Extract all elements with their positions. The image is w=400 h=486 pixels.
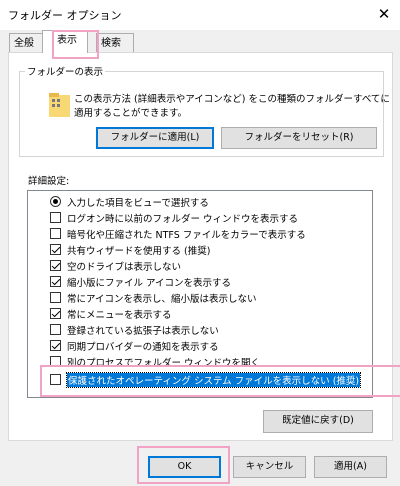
radio-button[interactable] bbox=[50, 196, 61, 207]
reset-folders-button[interactable]: フォルダーをリセット(R) bbox=[221, 127, 377, 149]
tab-general[interactable]: 全般 bbox=[9, 33, 43, 53]
list-item-label: ログオン時に以前のフォルダー ウィンドウを表示する bbox=[67, 214, 299, 225]
list-item[interactable]: 縮小版にファイル アイコンを表示する bbox=[28, 274, 348, 290]
list-item-label: 暗号化や圧縮された NTFS ファイルをカラーで表示する bbox=[67, 230, 306, 241]
list-item[interactable]: 空のドライブは表示しない bbox=[28, 258, 348, 274]
checkbox-checked[interactable] bbox=[50, 260, 61, 271]
tab-view-highlight bbox=[52, 30, 99, 59]
list-item-label: 縮小版にファイル アイコンを表示する bbox=[67, 278, 232, 289]
list-item-label: 常にアイコンを表示し、縮小版は表示しない bbox=[67, 294, 257, 305]
list-item-label: 空のドライブは表示しない bbox=[67, 262, 182, 273]
tab-search[interactable]: 検索 bbox=[96, 33, 134, 53]
apply-to-folders-button[interactable]: フォルダーに適用(L) bbox=[96, 127, 214, 149]
list-item-label: 登録されている拡張子は表示しない bbox=[67, 326, 219, 337]
list-item-label: 共有ウィザードを使用する (推奨) bbox=[67, 246, 211, 257]
checkbox-checked[interactable] bbox=[50, 244, 61, 255]
list-item[interactable]: 常にメニューを表示する bbox=[28, 306, 348, 322]
list-item[interactable]: 登録されている拡張子は表示しない bbox=[28, 322, 348, 338]
close-icon[interactable]: ✕ bbox=[374, 4, 394, 24]
selected-item-highlight bbox=[40, 365, 400, 397]
checkbox[interactable] bbox=[50, 212, 61, 223]
list-item[interactable]: ログオン時に以前のフォルダー ウィンドウを表示する bbox=[28, 210, 348, 226]
checkbox-checked[interactable] bbox=[50, 340, 61, 351]
list-item-label: 同期プロバイダーの通知を表示する bbox=[67, 342, 219, 353]
checkbox[interactable] bbox=[50, 292, 61, 303]
folder-view-description-2: 適用することができます。 bbox=[74, 108, 188, 119]
list-item-label: 常にメニューを表示する bbox=[67, 310, 172, 321]
folder-icon bbox=[49, 93, 70, 117]
list-item[interactable]: 入力した項目をビューで選択する bbox=[28, 194, 348, 210]
apply-button[interactable]: 適用(A) bbox=[314, 456, 387, 478]
cancel-button[interactable]: キャンセル bbox=[233, 456, 306, 478]
restore-defaults-button[interactable]: 既定値に戻す(D) bbox=[263, 410, 373, 433]
list-item[interactable]: 同期プロバイダーの通知を表示する bbox=[28, 338, 348, 354]
checkbox-checked[interactable] bbox=[50, 276, 61, 287]
advanced-settings-label: 詳細設定: bbox=[28, 176, 70, 187]
folder-view-description-1: この表示方法 (詳細表示やアイコンなど) をこの種類のフォルダーすべてに bbox=[74, 94, 390, 105]
folder-view-group-label: フォルダーの表示 bbox=[25, 64, 106, 78]
window-title: フォルダー オプション bbox=[8, 9, 122, 22]
list-item[interactable]: 常にアイコンを表示し、縮小版は表示しない bbox=[28, 290, 348, 306]
checkbox[interactable] bbox=[50, 324, 61, 335]
list-item-label: 入力した項目をビューで選択する bbox=[67, 198, 209, 209]
checkbox[interactable] bbox=[50, 228, 61, 239]
list-item[interactable]: 暗号化や圧縮された NTFS ファイルをカラーで表示する bbox=[28, 226, 348, 242]
ok-button-highlight bbox=[137, 446, 230, 484]
list-item[interactable]: 共有ウィザードを使用する (推奨) bbox=[28, 242, 348, 258]
checkbox-checked[interactable] bbox=[50, 308, 61, 319]
